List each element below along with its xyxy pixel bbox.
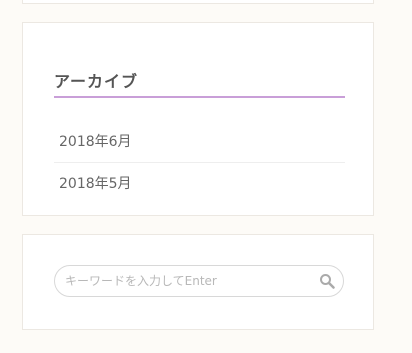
search-widget [22,234,374,330]
archive-link-2018-06[interactable]: 2018年6月 [59,121,345,163]
archive-widget: アーカイブ 2018年6月 2018年5月 [22,22,374,216]
archive-list-item: 2018年5月 [54,163,345,205]
archive-title: アーカイブ [54,72,345,98]
search-icon [320,274,335,289]
archive-list: 2018年6月 2018年5月 [54,121,345,205]
search-input[interactable] [55,266,305,296]
archive-list-item: 2018年6月 [54,121,345,163]
previous-widget-card [22,0,374,4]
search-button[interactable] [319,273,335,289]
search-form [54,265,344,297]
archive-link-2018-05[interactable]: 2018年5月 [59,163,345,205]
